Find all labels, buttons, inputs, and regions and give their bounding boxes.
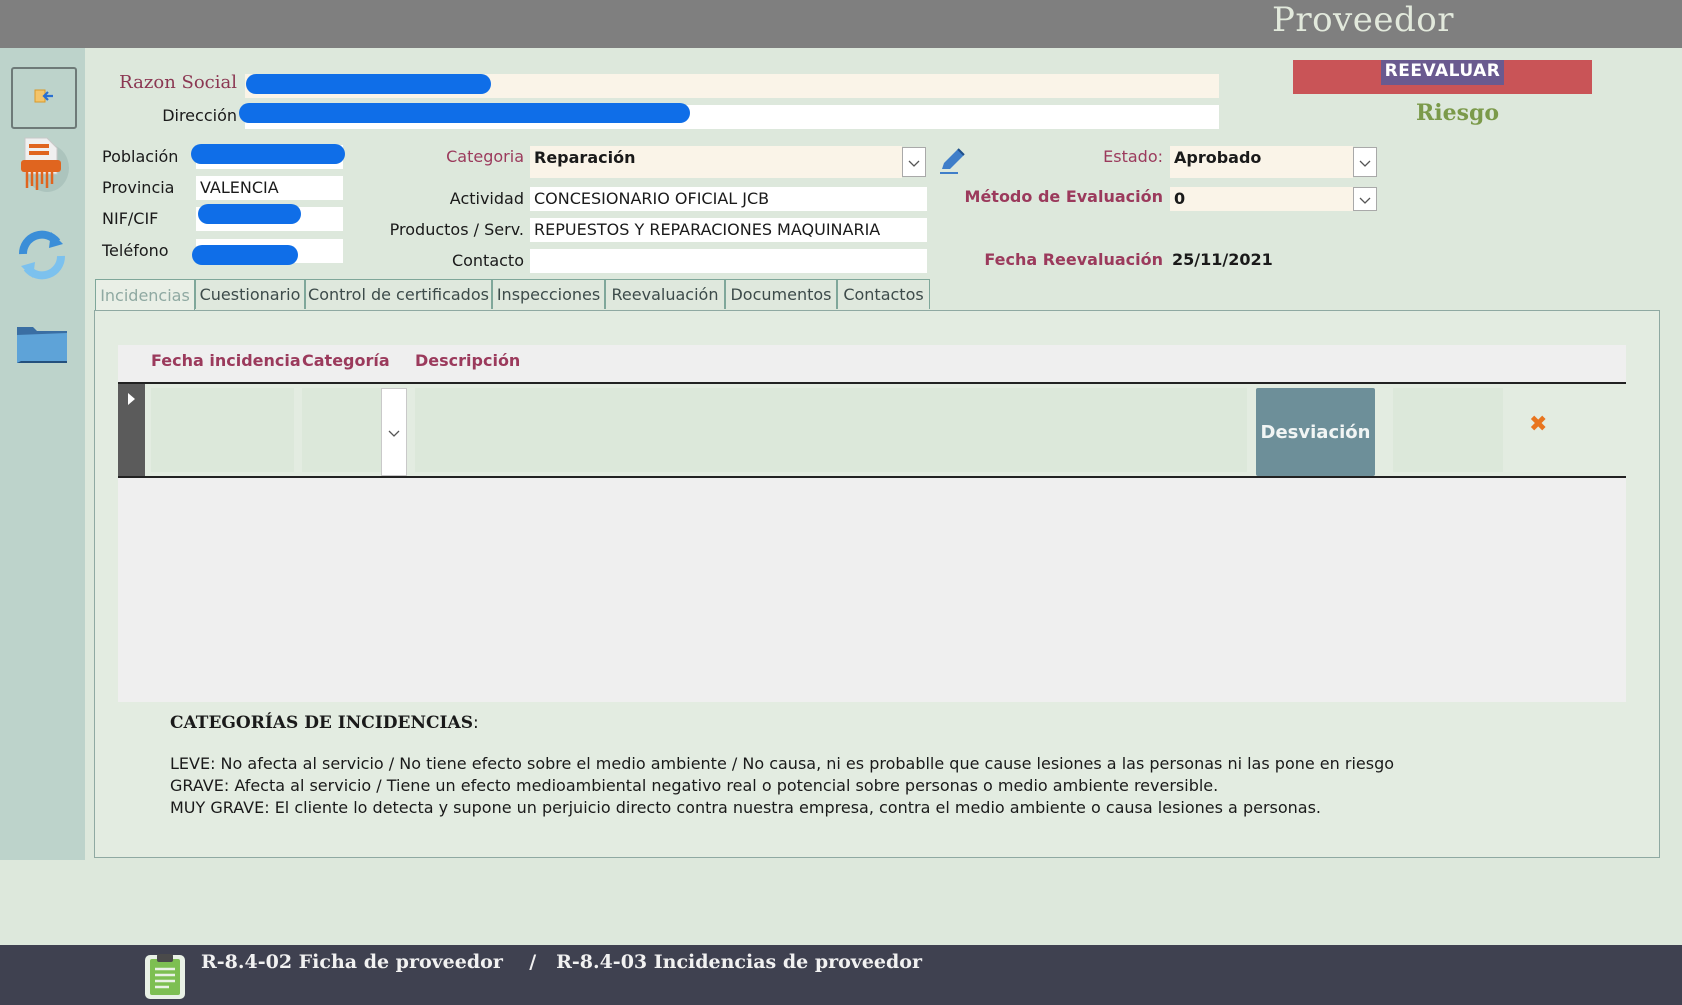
actividad-field[interactable]: CONCESIONARIO OFICIAL JCB bbox=[530, 187, 927, 211]
actividad-label: Actividad bbox=[449, 189, 524, 208]
categoria-row-dropdown[interactable] bbox=[381, 388, 407, 476]
incidencias-grid-empty-area bbox=[118, 478, 1626, 702]
reevaluar-label: REEVALUAR bbox=[1380, 60, 1505, 85]
table-row: Desviación ✖ bbox=[118, 382, 1626, 478]
nif-label: NIF/CIF bbox=[102, 209, 159, 228]
column-header-fecha: Fecha incidencia bbox=[151, 351, 301, 370]
redaction-mark bbox=[191, 144, 345, 164]
pdf-document-icon bbox=[13, 134, 71, 200]
metodo-label: Método de Evaluación bbox=[964, 187, 1163, 206]
folder-button[interactable] bbox=[11, 316, 73, 374]
fecha-reevaluacion-label: Fecha Reevaluación bbox=[984, 250, 1163, 269]
tab-documentos[interactable]: Documentos bbox=[725, 279, 837, 309]
desviacion-button[interactable]: Desviación bbox=[1256, 388, 1375, 476]
productos-label: Productos / Serv. bbox=[389, 220, 524, 239]
tab-reevaluacion[interactable]: Reevaluación bbox=[605, 279, 725, 309]
estado-label: Estado: bbox=[1103, 147, 1163, 166]
column-header-categoria: Categoría bbox=[302, 351, 390, 370]
categorias-title: CATEGORÍAS DE INCIDENCIAS: bbox=[170, 713, 479, 733]
incidencias-grid-header: Fecha incidencia Categoría Descripción bbox=[118, 345, 1626, 382]
fecha-reevaluacion-value: 25/11/2021 bbox=[1172, 250, 1273, 269]
categorias-title-text: CATEGORÍAS DE INCIDENCIAS bbox=[170, 713, 473, 733]
direccion-label: Dirección bbox=[162, 106, 237, 125]
chevron-down-icon bbox=[1359, 190, 1371, 209]
redaction-mark bbox=[198, 204, 301, 224]
tab-control-certificados[interactable]: Control de certificados bbox=[305, 279, 492, 309]
app-title: Proveedor bbox=[1271, 0, 1454, 40]
categoria-grave-text: GRAVE: Afecta al servicio / Tiene un efe… bbox=[170, 776, 1219, 795]
metodo-dropdown-button[interactable] bbox=[1353, 187, 1377, 211]
pdf-export-button[interactable] bbox=[11, 137, 73, 196]
delete-row-icon[interactable]: ✖ bbox=[1529, 412, 1547, 437]
extra-cell[interactable] bbox=[1393, 388, 1503, 472]
redaction-mark bbox=[192, 245, 298, 265]
productos-field[interactable]: REPUESTOS Y REPARACIONES MAQUINARIA bbox=[530, 218, 927, 242]
pencil-icon bbox=[936, 148, 966, 179]
exit-icon bbox=[33, 87, 55, 109]
chevron-down-icon bbox=[908, 153, 920, 172]
folder-icon bbox=[13, 317, 71, 373]
categoria-label: Categoria bbox=[446, 147, 524, 166]
record-selector[interactable] bbox=[118, 384, 145, 476]
current-record-icon bbox=[127, 391, 137, 410]
footer-document-codes: R-8.4-02 Ficha de proveedor / R-8.4-03 I… bbox=[201, 951, 922, 973]
refresh-button[interactable] bbox=[11, 228, 73, 286]
riesgo-label: Riesgo bbox=[1416, 100, 1500, 126]
refresh-icon bbox=[13, 226, 71, 288]
poblacion-label: Población bbox=[102, 147, 179, 166]
tab-incidencias[interactable]: Incidencias bbox=[95, 279, 195, 310]
categorias-title-suffix: : bbox=[472, 713, 479, 733]
chevron-down-icon bbox=[1359, 153, 1371, 172]
tab-inspecciones[interactable]: Inspecciones bbox=[492, 279, 605, 309]
contacto-field[interactable] bbox=[530, 249, 927, 273]
contacto-label: Contacto bbox=[451, 251, 524, 270]
redaction-mark bbox=[246, 74, 491, 94]
exit-button[interactable] bbox=[11, 67, 77, 129]
column-header-descripcion: Descripción bbox=[415, 351, 521, 370]
provincia-field[interactable]: VALENCIA bbox=[196, 176, 343, 200]
tab-contactos[interactable]: Contactos bbox=[837, 279, 930, 309]
clipboard-icon bbox=[143, 951, 187, 1005]
tab-cuestionario[interactable]: Cuestionario bbox=[195, 279, 305, 309]
edit-categoria-button[interactable] bbox=[936, 147, 966, 179]
categoria-muy-grave-text: MUY GRAVE: El cliente lo detecta y supon… bbox=[170, 798, 1322, 817]
sidebar bbox=[0, 48, 85, 860]
reevaluar-button[interactable]: REEVALUAR bbox=[1293, 60, 1592, 94]
categoria-cell[interactable] bbox=[302, 388, 382, 472]
estado-dropdown-button[interactable] bbox=[1353, 147, 1377, 177]
categoria-dropdown-button[interactable] bbox=[902, 147, 926, 177]
razon-social-label: Razon Social bbox=[119, 72, 237, 93]
fecha-incidencia-cell[interactable] bbox=[151, 388, 294, 472]
categoria-leve-text: LEVE: No afecta al servicio / No tiene e… bbox=[170, 754, 1395, 773]
chevron-down-icon bbox=[388, 423, 400, 442]
descripcion-cell[interactable] bbox=[415, 388, 1247, 472]
metodo-combo[interactable]: 0 bbox=[1170, 187, 1353, 211]
redaction-mark bbox=[239, 103, 690, 123]
telefono-label: Teléfono bbox=[102, 241, 169, 260]
estado-combo[interactable]: Aprobado bbox=[1170, 146, 1353, 178]
provincia-label: Provincia bbox=[102, 178, 175, 197]
categoria-combo[interactable]: Reparación bbox=[530, 146, 902, 178]
